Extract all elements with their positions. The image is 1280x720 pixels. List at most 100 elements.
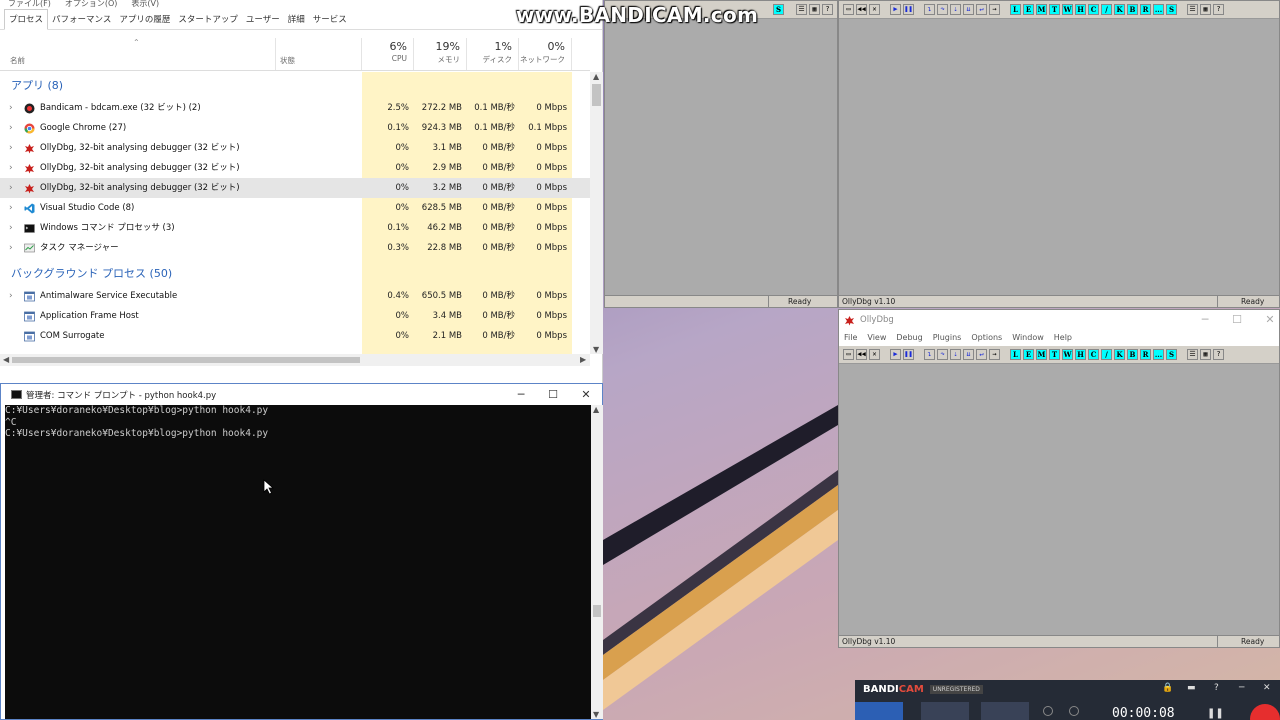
table-row[interactable]: › OllyDbg, 32-bit analysing debugger (32…: [0, 138, 590, 158]
expand-icon[interactable]: ›: [9, 238, 13, 258]
column-disk[interactable]: 1% ディスク: [467, 38, 519, 70]
minimize-button[interactable]: ─: [505, 384, 537, 405]
close-button[interactable]: ✕: [570, 384, 602, 405]
tab-details[interactable]: 詳細: [284, 10, 309, 29]
scroll-down-icon[interactable]: ▼: [593, 710, 599, 719]
scroll-down-icon[interactable]: ▼: [593, 345, 599, 354]
run-icon[interactable]: ▶: [890, 349, 901, 360]
process-list-vertical-scrollbar[interactable]: ▲ ▼: [590, 72, 603, 354]
tool-t-button[interactable]: T: [1049, 4, 1060, 15]
tool-k-button[interactable]: K: [1114, 349, 1125, 360]
animate-into-icon[interactable]: ⇣: [950, 349, 961, 360]
tool-h-button[interactable]: H: [1075, 4, 1086, 15]
goto-icon[interactable]: →: [989, 4, 1000, 15]
close-icon[interactable]: ✕: [1263, 683, 1271, 693]
tool-l-button[interactable]: L: [1010, 4, 1021, 15]
help-icon[interactable]: ?: [1213, 4, 1224, 15]
close-button[interactable]: ✕: [1254, 310, 1280, 330]
menu-help[interactable]: Help: [1054, 330, 1072, 346]
tool-b-button[interactable]: B: [1127, 4, 1138, 15]
record-button[interactable]: [1250, 704, 1280, 720]
tab-users[interactable]: ユーザー: [242, 10, 284, 29]
game-mode-button[interactable]: [921, 702, 969, 720]
tool-slash-button[interactable]: /: [1101, 4, 1112, 15]
process-list-horizontal-scrollbar[interactable]: ◀ ▶: [0, 354, 590, 366]
scroll-thumb[interactable]: [592, 84, 601, 106]
tool-e-button[interactable]: E: [1023, 349, 1034, 360]
rewind-icon[interactable]: ◀◀: [856, 349, 867, 360]
expand-icon[interactable]: ›: [9, 138, 13, 158]
goto-icon[interactable]: →: [989, 349, 1000, 360]
table-row[interactable]: COM Surrogate 0% 2.1 MB 0 MB/秒 0 Mbps: [0, 326, 590, 346]
grid-view-icon[interactable]: ▦: [1200, 349, 1211, 360]
step-into-icon[interactable]: ↴: [924, 4, 935, 15]
tab-startup[interactable]: スタートアップ: [174, 10, 242, 29]
table-row[interactable]: › Antimalware Service Executable 0.4% 65…: [0, 286, 590, 306]
animate-into-icon[interactable]: ⇣: [950, 4, 961, 15]
screen-mode-button[interactable]: [855, 702, 903, 720]
menu-view[interactable]: 表示(V): [131, 0, 159, 10]
step-into-icon[interactable]: ↴: [924, 349, 935, 360]
list-view-icon[interactable]: ☰: [1187, 4, 1198, 15]
table-row[interactable]: › Bandicam - bdcam.exe (32 ビット) (2) 2.5%…: [0, 98, 590, 118]
tool-s-button[interactable]: S: [1166, 4, 1177, 15]
table-row-selected[interactable]: › OllyDbg, 32-bit analysing debugger (32…: [0, 178, 590, 198]
column-name[interactable]: ⌃ 名前: [0, 38, 276, 70]
menu-window[interactable]: Window: [1012, 330, 1044, 346]
tool-b-button[interactable]: B: [1127, 349, 1138, 360]
table-row[interactable]: › Visual Studio Code (8) 0% 628.5 MB 0 M…: [0, 198, 590, 218]
grid-view-icon[interactable]: ▦: [809, 4, 820, 15]
pause-icon[interactable]: ❚❚: [903, 4, 914, 15]
scroll-right-icon[interactable]: ▶: [580, 355, 586, 364]
tool-r-button[interactable]: R: [1140, 4, 1151, 15]
column-status[interactable]: 状態: [276, 38, 362, 70]
help-icon[interactable]: ?: [1213, 349, 1224, 360]
menu-plugins[interactable]: Plugins: [933, 330, 962, 346]
tab-performance[interactable]: パフォーマンス: [48, 10, 115, 29]
table-row[interactable]: › OllyDbg, 32-bit analysing debugger (32…: [0, 158, 590, 178]
tool-c-button[interactable]: C: [1088, 4, 1099, 15]
tool-slash-button[interactable]: /: [1101, 349, 1112, 360]
tool-t-button[interactable]: T: [1049, 349, 1060, 360]
minimize-icon[interactable]: ─: [1239, 683, 1244, 693]
scroll-up-icon[interactable]: ▲: [593, 72, 599, 81]
menu-view[interactable]: View: [867, 330, 886, 346]
cmd-titlebar[interactable]: 管理者: コマンド プロンプト - python hook4.py ─ ☐ ✕: [1, 384, 602, 405]
tool-w-button[interactable]: W: [1062, 4, 1073, 15]
device-mode-button[interactable]: [981, 702, 1029, 720]
tab-services[interactable]: サービス: [309, 10, 351, 29]
close-process-icon[interactable]: ✕: [869, 349, 880, 360]
run-icon[interactable]: ▶: [890, 4, 901, 15]
execute-till-return-icon[interactable]: ↵: [976, 4, 987, 15]
grid-view-icon[interactable]: ▦: [1200, 4, 1211, 15]
lock-icon[interactable]: 🔒: [1162, 683, 1173, 693]
help-icon[interactable]: ?: [1214, 683, 1219, 693]
table-row[interactable]: › Windows コマンド プロセッサ (3) 0.1% 46.2 MB 0 …: [0, 218, 590, 238]
group-background-processes[interactable]: バックグラウンド プロセス (50): [11, 262, 172, 286]
animate-over-icon[interactable]: ⇊: [963, 349, 974, 360]
tab-app-history[interactable]: アプリの履歴: [115, 10, 174, 29]
list-view-icon[interactable]: ☰: [796, 4, 807, 15]
webcam-icon[interactable]: [1043, 706, 1053, 716]
tool-dots-button[interactable]: ...: [1153, 4, 1164, 15]
close-process-icon[interactable]: ✕: [869, 4, 880, 15]
console-vertical-scrollbar[interactable]: ▲ ▼: [591, 405, 603, 719]
expand-icon[interactable]: ›: [9, 118, 13, 138]
table-row[interactable]: › タスク マネージャー 0.3% 22.8 MB 0 MB/秒 0 Mbps: [0, 238, 590, 258]
tool-m-button[interactable]: M: [1036, 4, 1047, 15]
group-apps[interactable]: アプリ (8): [11, 74, 63, 98]
scroll-up-icon[interactable]: ▲: [593, 405, 599, 414]
execute-till-return-icon[interactable]: ↵: [976, 349, 987, 360]
scroll-thumb[interactable]: [593, 605, 601, 617]
menu-options[interactable]: オプション(O): [65, 0, 118, 10]
table-row[interactable]: Application Frame Host 0% 3.4 MB 0 MB/秒 …: [0, 306, 590, 326]
step-over-icon[interactable]: ↷: [937, 349, 948, 360]
tool-r-button[interactable]: R: [1140, 349, 1151, 360]
table-row[interactable]: › Google Chrome (27) 0.1% 924.3 MB 0.1 M…: [0, 118, 590, 138]
console-output[interactable]: C:¥Users¥doraneko¥Desktop¥blog>python ho…: [5, 405, 591, 719]
tool-s-button[interactable]: S: [773, 4, 784, 15]
tool-w-button[interactable]: W: [1062, 349, 1073, 360]
scroll-thumb[interactable]: [12, 357, 360, 363]
menu-debug[interactable]: Debug: [896, 330, 922, 346]
tool-h-button[interactable]: H: [1075, 349, 1086, 360]
